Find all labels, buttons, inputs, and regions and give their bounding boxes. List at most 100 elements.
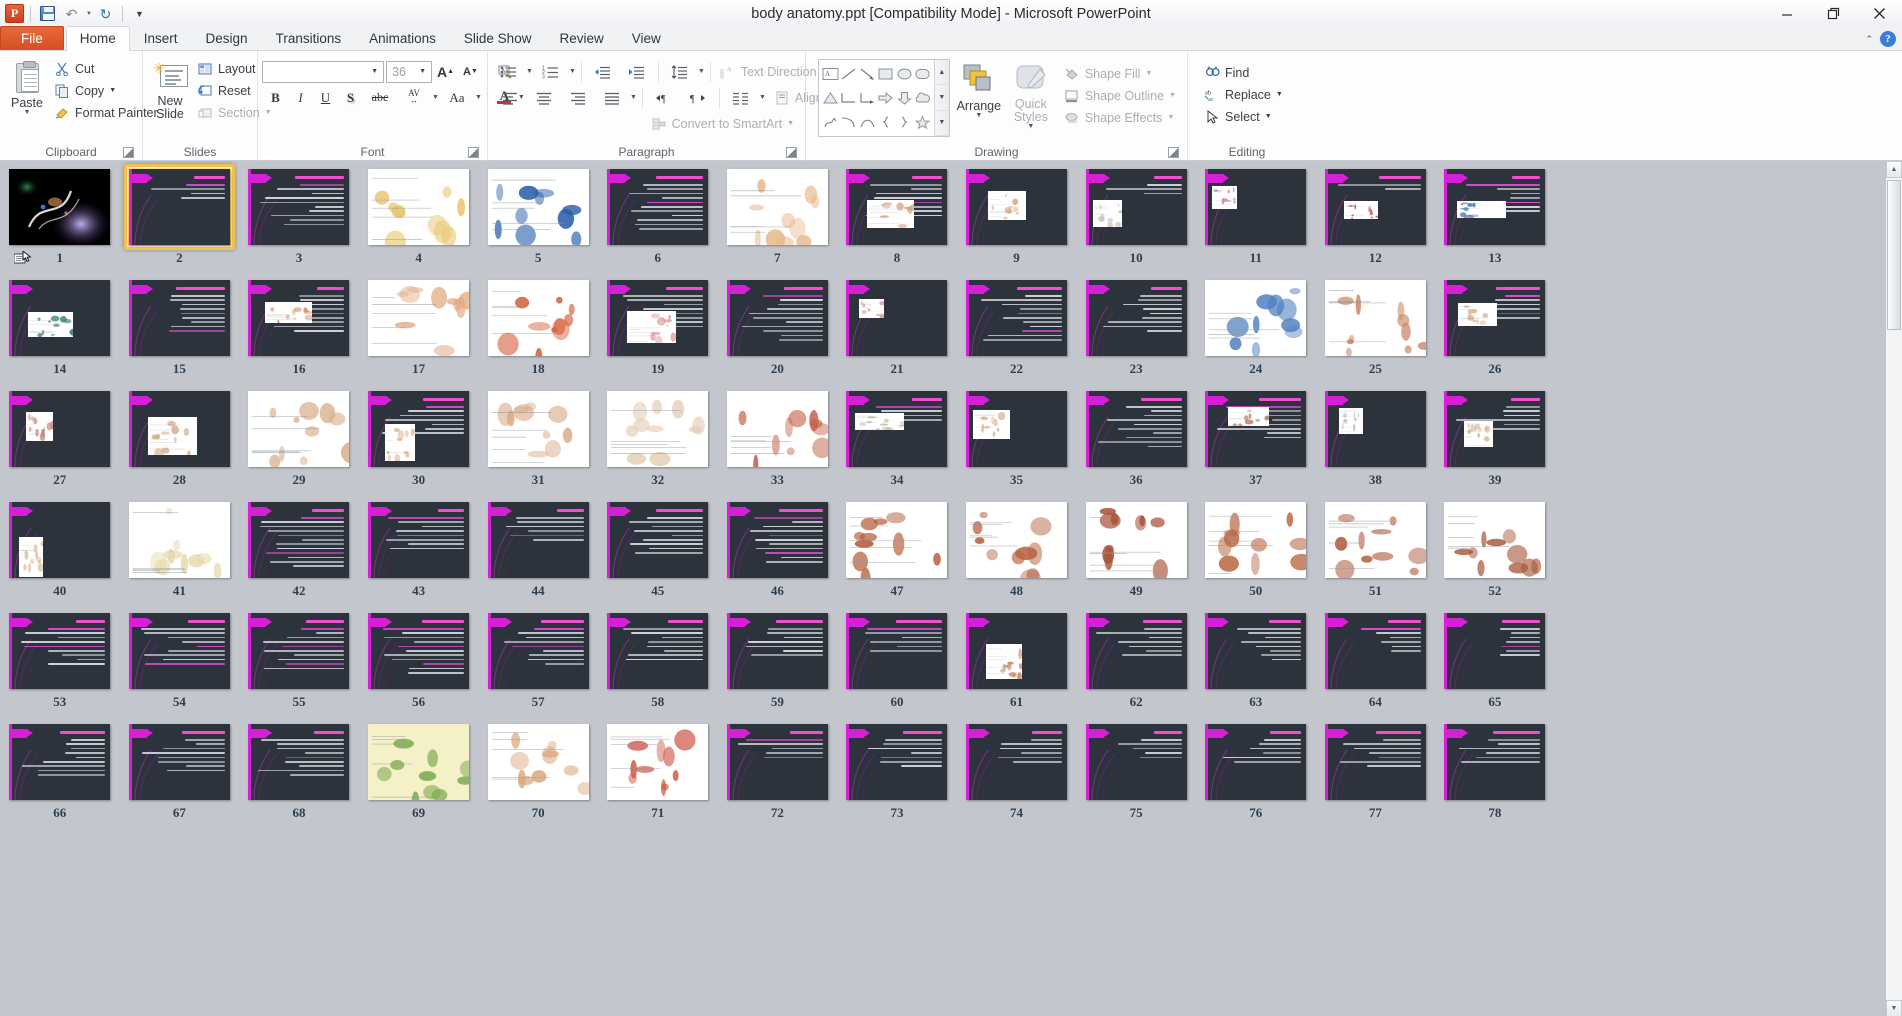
slide-cell[interactable]: 71 bbox=[598, 722, 718, 833]
slide-cell[interactable]: 65 bbox=[1435, 611, 1555, 722]
font-name-input[interactable]: ▼ bbox=[262, 60, 384, 83]
slide-cell[interactable]: 17 bbox=[359, 278, 479, 389]
slide-thumbnail[interactable] bbox=[607, 724, 709, 800]
tab-animations[interactable]: Animations bbox=[355, 26, 450, 50]
slide-thumbnail[interactable] bbox=[9, 280, 111, 356]
scrollbar-thumb[interactable] bbox=[1887, 180, 1901, 330]
find-button[interactable]: Find bbox=[1200, 62, 1290, 83]
slide-thumbnail[interactable] bbox=[1444, 169, 1546, 245]
slide-preview[interactable] bbox=[607, 391, 709, 467]
slide-cell[interactable]: 39 bbox=[1435, 389, 1555, 500]
slide-preview[interactable] bbox=[1205, 169, 1307, 245]
underline-button[interactable]: U bbox=[314, 86, 337, 109]
slide-preview[interactable] bbox=[1324, 724, 1426, 800]
slide-thumbnail[interactable] bbox=[1324, 502, 1426, 578]
slide-cell[interactable]: 41 bbox=[120, 500, 240, 611]
slide-preview[interactable] bbox=[128, 724, 230, 800]
slide-thumbnail[interactable] bbox=[1444, 724, 1546, 800]
slide-cell[interactable]: 74 bbox=[957, 722, 1077, 833]
slide-cell[interactable]: 63 bbox=[1196, 611, 1316, 722]
slide-cell[interactable]: 24 bbox=[1196, 278, 1316, 389]
align-right-button[interactable] bbox=[562, 86, 594, 109]
shape-textbox-icon[interactable]: A bbox=[821, 62, 839, 86]
font-name-dropdown-icon[interactable]: ▼ bbox=[368, 68, 381, 75]
slide-thumbnail[interactable] bbox=[726, 169, 828, 245]
slide-cell[interactable]: 31 bbox=[478, 389, 598, 500]
slide-preview[interactable] bbox=[248, 280, 350, 356]
slide-cell[interactable]: 58 bbox=[598, 611, 718, 722]
slide-thumbnail[interactable] bbox=[368, 391, 470, 467]
slide-cell[interactable]: 75 bbox=[1076, 722, 1196, 833]
restore-icon[interactable] bbox=[1810, 0, 1856, 27]
slide-preview[interactable] bbox=[1205, 613, 1307, 689]
smartart-dropdown-icon[interactable]: ▼ bbox=[787, 120, 794, 127]
slide-thumbnail[interactable] bbox=[9, 724, 111, 800]
slide-preview[interactable] bbox=[128, 502, 230, 578]
slide-preview[interactable] bbox=[1444, 280, 1546, 356]
slide-thumbnail[interactable] bbox=[9, 391, 111, 467]
slide-thumbnail[interactable] bbox=[487, 391, 589, 467]
slide-preview[interactable] bbox=[128, 280, 230, 356]
slide-cell[interactable]: 11 bbox=[1196, 167, 1316, 278]
slide-preview[interactable] bbox=[607, 280, 709, 356]
paragraph-dialog-launcher[interactable] bbox=[786, 147, 797, 158]
slide-thumbnail[interactable] bbox=[248, 613, 350, 689]
slide-thumbnail[interactable] bbox=[607, 169, 709, 245]
shape-right-arrow-icon[interactable] bbox=[876, 86, 894, 110]
slide-cell[interactable]: 60 bbox=[837, 611, 957, 722]
slide-cell[interactable]: 21 bbox=[837, 278, 957, 389]
quick-styles-dropdown-icon[interactable]: ▼ bbox=[1027, 123, 1034, 130]
shape-fill-button[interactable]: Shape Fill ▼ bbox=[1060, 63, 1183, 84]
slide-thumbnail[interactable] bbox=[607, 502, 709, 578]
slide-preview[interactable] bbox=[487, 724, 589, 800]
shape-curve-icon[interactable] bbox=[839, 110, 857, 134]
shapes-scroll-down-icon[interactable]: ▼ bbox=[934, 85, 949, 111]
slide-cell[interactable]: 12 bbox=[1316, 167, 1436, 278]
slide-cell[interactable]: 68 bbox=[239, 722, 359, 833]
slide-cell[interactable]: 29 bbox=[239, 389, 359, 500]
slide-thumbnail[interactable] bbox=[9, 169, 111, 245]
slide-thumbnail[interactable] bbox=[1324, 280, 1426, 356]
slide-preview[interactable] bbox=[966, 169, 1068, 245]
slide-thumbnail[interactable] bbox=[1444, 502, 1546, 578]
rtl-direction-button[interactable]: ¶ bbox=[682, 86, 714, 109]
slide-cell[interactable]: 23 bbox=[1076, 278, 1196, 389]
slide-thumbnail[interactable] bbox=[128, 502, 230, 578]
slide-cell[interactable]: 38 bbox=[1316, 389, 1436, 500]
slide-preview[interactable] bbox=[368, 169, 470, 245]
slide-cell[interactable]: 1 bbox=[0, 167, 120, 278]
clipboard-dialog-launcher[interactable] bbox=[123, 147, 134, 158]
slide-thumbnail[interactable] bbox=[846, 391, 948, 467]
slide-cell[interactable]: 55 bbox=[239, 611, 359, 722]
slide-preview[interactable] bbox=[128, 169, 230, 245]
shape-rectangle-icon[interactable] bbox=[876, 62, 894, 86]
slide-cell[interactable]: 73 bbox=[837, 722, 957, 833]
slide-thumbnail[interactable] bbox=[248, 502, 350, 578]
slide-preview[interactable] bbox=[128, 391, 230, 467]
slide-cell[interactable]: 3 bbox=[239, 167, 359, 278]
slide-cell[interactable]: 36 bbox=[1076, 389, 1196, 500]
slide-cell[interactable]: 42 bbox=[239, 500, 359, 611]
slide-preview[interactable] bbox=[9, 613, 111, 689]
shape-rounded-rect-icon[interactable] bbox=[913, 62, 931, 86]
slide-preview[interactable] bbox=[607, 169, 709, 245]
shape-down-arrow-icon[interactable] bbox=[895, 86, 913, 110]
slide-thumbnail[interactable] bbox=[726, 391, 828, 467]
slide-cell[interactable]: 20 bbox=[718, 278, 838, 389]
slide-preview[interactable] bbox=[846, 280, 948, 356]
slide-preview[interactable] bbox=[726, 280, 828, 356]
shape-star-icon[interactable] bbox=[913, 110, 931, 134]
slide-preview[interactable] bbox=[1324, 280, 1426, 356]
slide-preview[interactable] bbox=[726, 502, 828, 578]
slide-thumbnail[interactable] bbox=[1085, 724, 1187, 800]
slide-cell[interactable]: 57 bbox=[478, 611, 598, 722]
italic-button[interactable]: I bbox=[289, 86, 312, 109]
slide-preview[interactable] bbox=[846, 169, 948, 245]
slide-preview[interactable] bbox=[966, 502, 1068, 578]
undo-dropdown-icon[interactable]: ▼ bbox=[86, 11, 92, 17]
shapes-gallery[interactable]: A ▲ ▼ ▼ bbox=[818, 59, 950, 137]
slide-preview[interactable] bbox=[966, 391, 1068, 467]
line-spacing-dropdown-icon[interactable]: ▼ bbox=[698, 68, 705, 75]
slide-preview[interactable] bbox=[726, 613, 828, 689]
bold-button[interactable]: B bbox=[264, 86, 287, 109]
